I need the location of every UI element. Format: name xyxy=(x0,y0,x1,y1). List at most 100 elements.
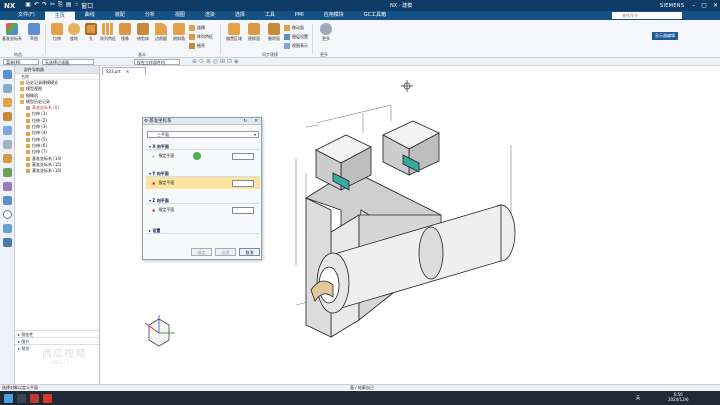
cancel-button[interactable]: 取消 xyxy=(239,248,260,256)
search-icon[interactable] xyxy=(17,393,26,403)
save-icon[interactable]: ▣ xyxy=(25,1,31,10)
inference-icon[interactable] xyxy=(232,206,254,214)
menu-item-tools[interactable]: 工具 xyxy=(255,11,285,20)
hd3d-tools-icon[interactable] xyxy=(2,126,12,135)
clock-icon[interactable] xyxy=(2,210,12,219)
window-controls: – ▢ ✕ xyxy=(692,2,718,9)
view-representation-button[interactable]: 视图表示 xyxy=(284,42,308,50)
close-tab-icon[interactable]: ✕ xyxy=(126,69,129,74)
part-navigator: 部件导航器 名称 历史记录建模模式 模型视图 摄像机 模型历史记录 基准坐标系 (0) 拉… xyxy=(15,66,100,384)
selection-scope-select[interactable]: 仅在工作部件内 xyxy=(134,58,180,65)
touch-mode-icon[interactable]: ☝ xyxy=(75,1,79,10)
chamfer-icon xyxy=(173,23,185,35)
feature-icon xyxy=(26,144,30,149)
part-navigator-icon[interactable] xyxy=(2,70,12,79)
close-icon[interactable]: ✕ xyxy=(713,2,718,9)
shell-button[interactable]: 抽壳 xyxy=(189,42,205,50)
dialog-close-icon[interactable]: ✕ xyxy=(254,118,258,125)
section-header[interactable]: ▸ 设置 xyxy=(146,228,260,234)
inference-icon[interactable] xyxy=(232,179,254,187)
menu-item-pmi[interactable]: PMI xyxy=(285,11,314,20)
menu-item-render[interactable]: 渲染 xyxy=(195,11,225,20)
feature-icon xyxy=(26,112,30,117)
replace-face-button[interactable]: 替换面 xyxy=(244,23,264,42)
type-filter-select[interactable]: 无选择过滤器 xyxy=(42,58,94,65)
command-search-input[interactable]: 查找命令 xyxy=(612,12,682,19)
folder-icon xyxy=(20,81,24,86)
apply-button[interactable]: 应用 xyxy=(215,248,236,256)
type-select[interactable]: 三平面 ▾ xyxy=(147,131,259,138)
display-editor-button[interactable]: 显示器编辑 xyxy=(652,32,678,40)
ok-button[interactable]: 确定 xyxy=(191,248,212,256)
chevron-down-icon[interactable]: ▾ xyxy=(254,132,256,138)
feature-icon xyxy=(26,156,30,161)
menu-item-view[interactable]: 视图 xyxy=(165,11,195,20)
feature-icon xyxy=(26,163,30,167)
reset-icon[interactable]: ↻ xyxy=(243,118,247,125)
resource-bar xyxy=(0,66,15,384)
process-studio-icon[interactable] xyxy=(2,168,12,177)
offset-region-button[interactable]: 偏置区域 xyxy=(224,23,244,42)
redo-icon[interactable]: ↷ xyxy=(42,1,47,10)
dependencies-panel[interactable]: ▸ 相依性 xyxy=(15,330,99,337)
menu-item-analysis[interactable]: 分析 xyxy=(135,11,165,20)
menu-item-file[interactable]: 文件(F) xyxy=(8,11,45,20)
offset-region-icon xyxy=(228,23,240,35)
navigator-row[interactable]: 基准坐标系 (16) xyxy=(15,168,99,174)
menu-item-home[interactable]: 主页 xyxy=(44,11,75,20)
delete-face-button[interactable]: 删除面 xyxy=(264,23,284,42)
specify-plane-row[interactable]: ✱ 指定平面 xyxy=(146,204,260,216)
inference-icon[interactable] xyxy=(232,152,254,160)
reuse-library-icon[interactable] xyxy=(2,112,12,121)
system-materials-icon[interactable] xyxy=(2,196,12,205)
move-face-button[interactable]: 移动面 xyxy=(284,24,304,32)
maximize-icon[interactable]: ▢ xyxy=(701,2,707,9)
input-method-indicator[interactable]: 英 xyxy=(636,395,640,401)
undo-icon[interactable]: ↶ xyxy=(34,1,39,10)
constraint-navigator-icon[interactable] xyxy=(2,98,12,107)
window-menu[interactable]: 窗口 xyxy=(81,1,93,10)
start-icon[interactable] xyxy=(4,393,13,403)
layer-settings-button[interactable]: 图层设置 xyxy=(284,33,308,41)
taskbar-clock[interactable]: 6:56 2024/12/6 xyxy=(668,392,689,402)
web-browser-icon[interactable] xyxy=(2,140,12,149)
edge-blend-button[interactable]: 边倒圆 xyxy=(151,23,171,42)
chamfer-button[interactable]: 倒斜角 xyxy=(169,23,189,42)
plane-icon[interactable] xyxy=(193,152,202,160)
feature-icon xyxy=(26,169,30,174)
datum-csys-button[interactable]: 基准坐标系 xyxy=(2,23,22,42)
minimize-icon[interactable]: – xyxy=(692,2,695,9)
menu-item-applications[interactable]: 应用模块 xyxy=(314,11,354,20)
sketch-button[interactable]: 草图 xyxy=(24,23,44,42)
menu-item-gc-toolkit[interactable]: GC工具箱 xyxy=(354,11,396,20)
more-button[interactable]: 更多 xyxy=(316,23,336,42)
role-icon[interactable] xyxy=(2,182,12,191)
folder-icon xyxy=(20,93,24,98)
main-menu-button[interactable]: 菜单(M) xyxy=(3,58,39,65)
dialog-gear-icon[interactable]: ⚙ xyxy=(144,118,148,125)
file-tab[interactable]: S33.prt ✕ xyxy=(102,67,146,75)
folder-icon xyxy=(20,100,24,105)
layer-settings-icon xyxy=(284,34,290,40)
copy-icon[interactable]: ⎘ xyxy=(58,1,63,10)
cut-icon[interactable]: ✂ xyxy=(50,1,55,10)
menu-item-select[interactable]: 选择 xyxy=(225,11,255,20)
mirror-button[interactable]: 镜像 xyxy=(115,23,135,42)
specify-plane-row[interactable]: ✔ 指定平面 xyxy=(146,150,260,162)
snap-point-icon[interactable]: ⊕ ⊙ ⊗ ◎ ⊞ ⊡ ◈ xyxy=(192,58,238,65)
trim-body-button[interactable]: 修剪体 xyxy=(133,23,153,42)
draft-button[interactable]: 拔模 xyxy=(189,24,205,32)
paste-icon[interactable]: ▤ xyxy=(66,1,72,10)
palette-icon[interactable] xyxy=(2,224,12,233)
settings-section: ▸ 设置 xyxy=(146,228,260,234)
media-app-icon[interactable] xyxy=(43,393,52,403)
analysis-icon[interactable] xyxy=(2,238,12,247)
folder-icon xyxy=(20,87,24,92)
assembly-navigator-icon[interactable] xyxy=(2,84,12,93)
specify-plane-row[interactable]: ✱ 指定平面 xyxy=(146,177,260,189)
nx-app-icon[interactable] xyxy=(30,393,39,403)
pattern-small-button[interactable]: 阵列特征 xyxy=(189,33,213,41)
history-icon[interactable] xyxy=(2,154,12,163)
menu-item-curve[interactable]: 曲线 xyxy=(75,11,105,20)
menu-item-assembly[interactable]: 装配 xyxy=(105,11,135,20)
